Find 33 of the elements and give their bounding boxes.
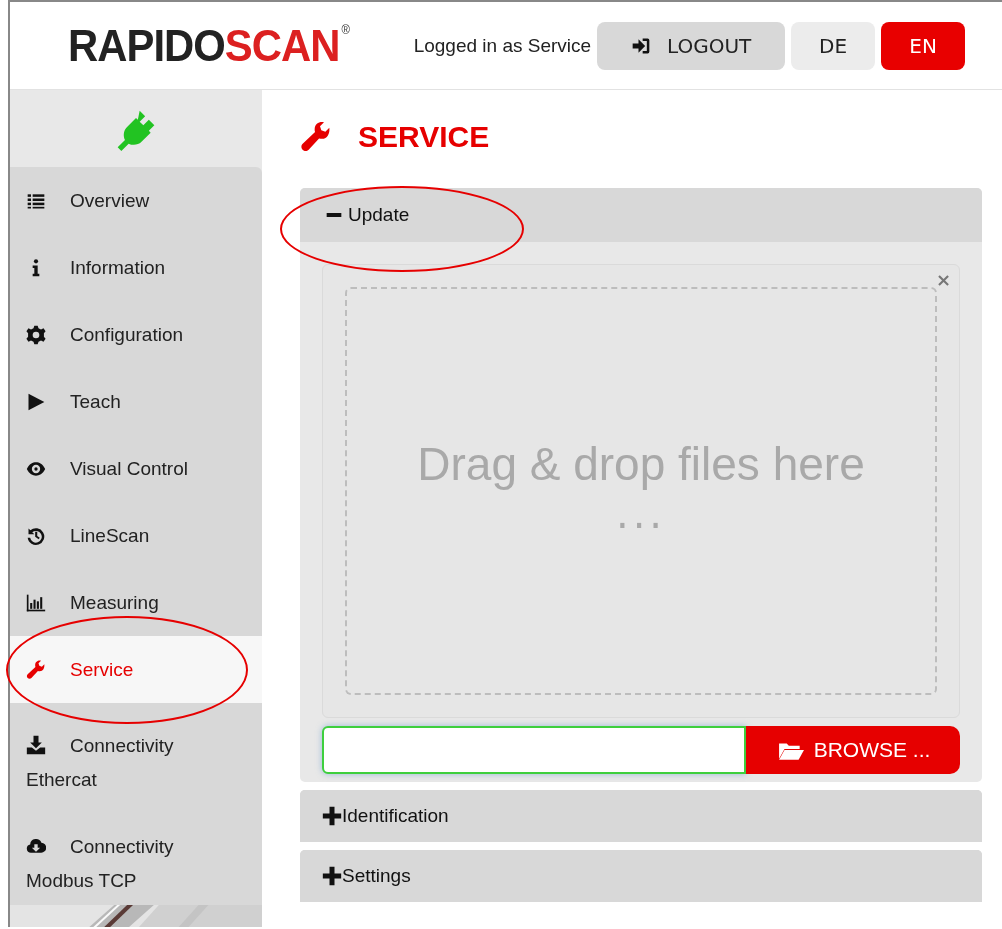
sidebar-item[interactable]: Information: [10, 234, 262, 301]
wrench-icon: [300, 121, 332, 153]
language-button[interactable]: DE: [791, 21, 876, 70]
sidebar-item[interactable]: Service: [10, 636, 262, 703]
plus-icon: [322, 806, 342, 826]
bar-chart-icon: [26, 592, 46, 613]
logo: RAPIDOSCAN®: [68, 23, 349, 68]
drop-ellipsis: ...: [615, 491, 667, 537]
panel-header[interactable]: Settings: [300, 850, 982, 902]
sidebar-item[interactable]: Measuring: [10, 569, 262, 636]
close-button[interactable]: ×: [935, 271, 951, 289]
sidebar-item[interactable]: Teach: [10, 368, 262, 435]
gear-icon: [26, 324, 46, 345]
language-button[interactable]: EN: [881, 21, 966, 70]
sidebar-item[interactable]: Connectivity Modbus TCP: [10, 804, 262, 905]
sidebar-item[interactable]: LineScan: [10, 502, 262, 569]
panel-header[interactable]: Identification: [300, 790, 982, 842]
file-name-field[interactable]: [322, 726, 746, 774]
download-icon: [26, 734, 46, 755]
sidebar-item[interactable]: Configuration: [10, 301, 262, 368]
browse-button[interactable]: BROWSE ...: [746, 726, 960, 774]
sidebar-item[interactable]: Connectivity Ethercat: [10, 703, 262, 804]
logout-button[interactable]: LOGOUT: [597, 21, 786, 70]
history-icon: [26, 525, 46, 546]
panel-header[interactable]: Update: [300, 188, 982, 242]
plus-icon: [322, 866, 342, 886]
drop-hint: Drag & drop files here: [417, 437, 865, 491]
page-title: SERVICE: [358, 120, 490, 154]
play-icon: [26, 391, 46, 412]
logged-in-text: Logged in as Service: [413, 34, 592, 57]
sidebar-item[interactable]: Overview: [10, 167, 262, 234]
sidebar-item[interactable]: Visual Control: [10, 435, 262, 502]
wrench-icon: [26, 659, 46, 680]
